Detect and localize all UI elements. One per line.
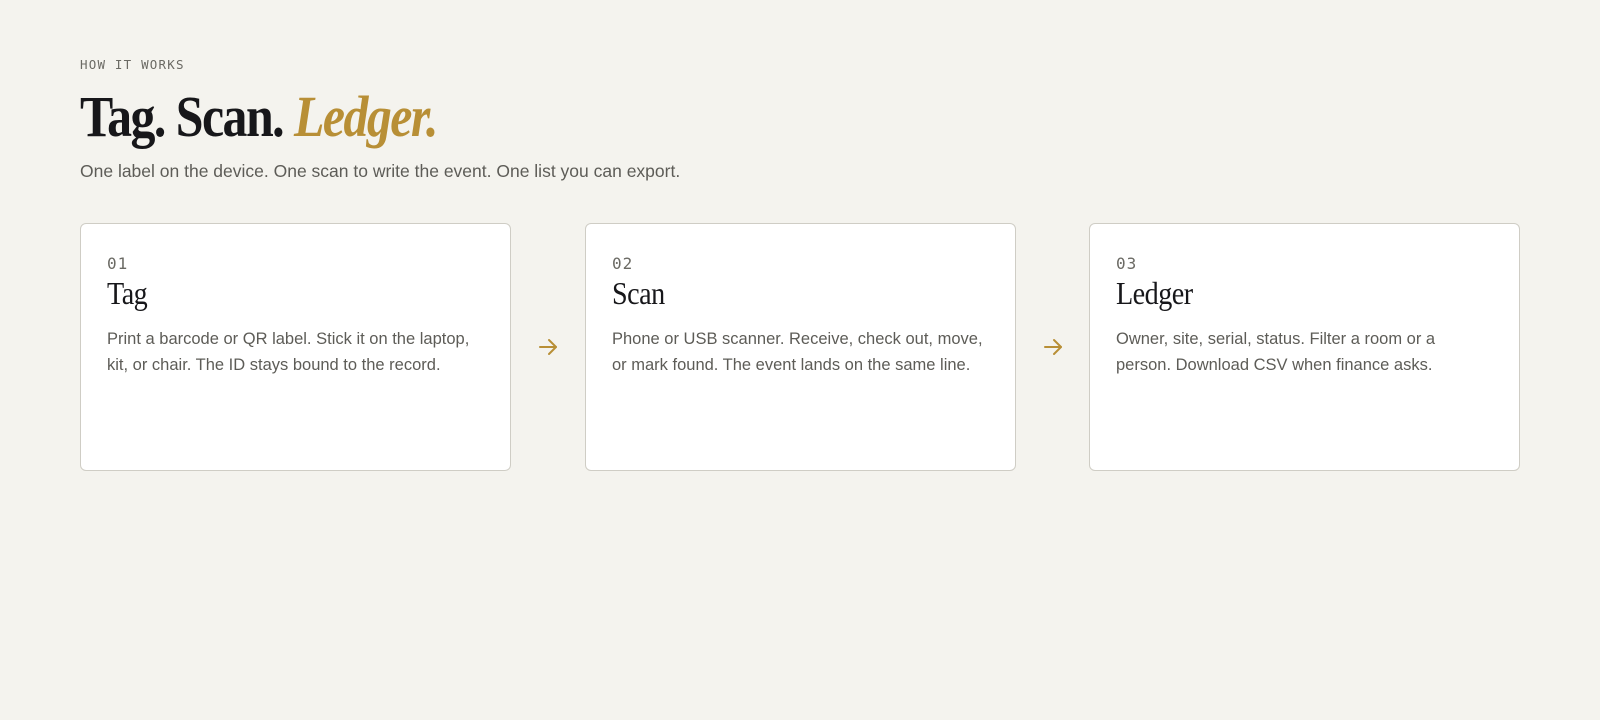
title-accent: Ledger.	[293, 84, 438, 149]
step-title: Scan	[612, 275, 665, 311]
step-description: Print a barcode or QR label. Stick it on…	[107, 330, 470, 374]
step-title: Tag	[107, 275, 148, 311]
step-card-tag: 01 Tag Print a barcode or QR label. Stic…	[80, 223, 511, 471]
step-card-scan: 02 Scan Phone or USB scanner. Receive, c…	[585, 223, 1016, 471]
section-eyebrow: HOW IT WORKS	[80, 57, 185, 72]
steps-row: 01 Tag Print a barcode or QR label. Stic…	[80, 223, 1520, 471]
step-card-ledger: 03 Ledger Owner, site, serial, status. F…	[1089, 223, 1520, 471]
title-main: Tag. Scan.	[80, 84, 285, 149]
section-title: Tag. Scan. Ledger.	[80, 82, 438, 152]
section-subtitle: One label on the device. One scan to wri…	[80, 161, 681, 181]
step-description: Owner, site, serial, status. Filter a ro…	[1116, 330, 1436, 374]
step-description: Phone or USB scanner. Receive, check out…	[612, 330, 983, 374]
step-number: 02	[612, 254, 634, 273]
step-number: 03	[1116, 254, 1138, 273]
arrow-right-icon	[1041, 335, 1065, 359]
step-number: 01	[107, 254, 129, 273]
arrow-right-icon	[536, 335, 560, 359]
step-title: Ledger	[1116, 275, 1193, 311]
